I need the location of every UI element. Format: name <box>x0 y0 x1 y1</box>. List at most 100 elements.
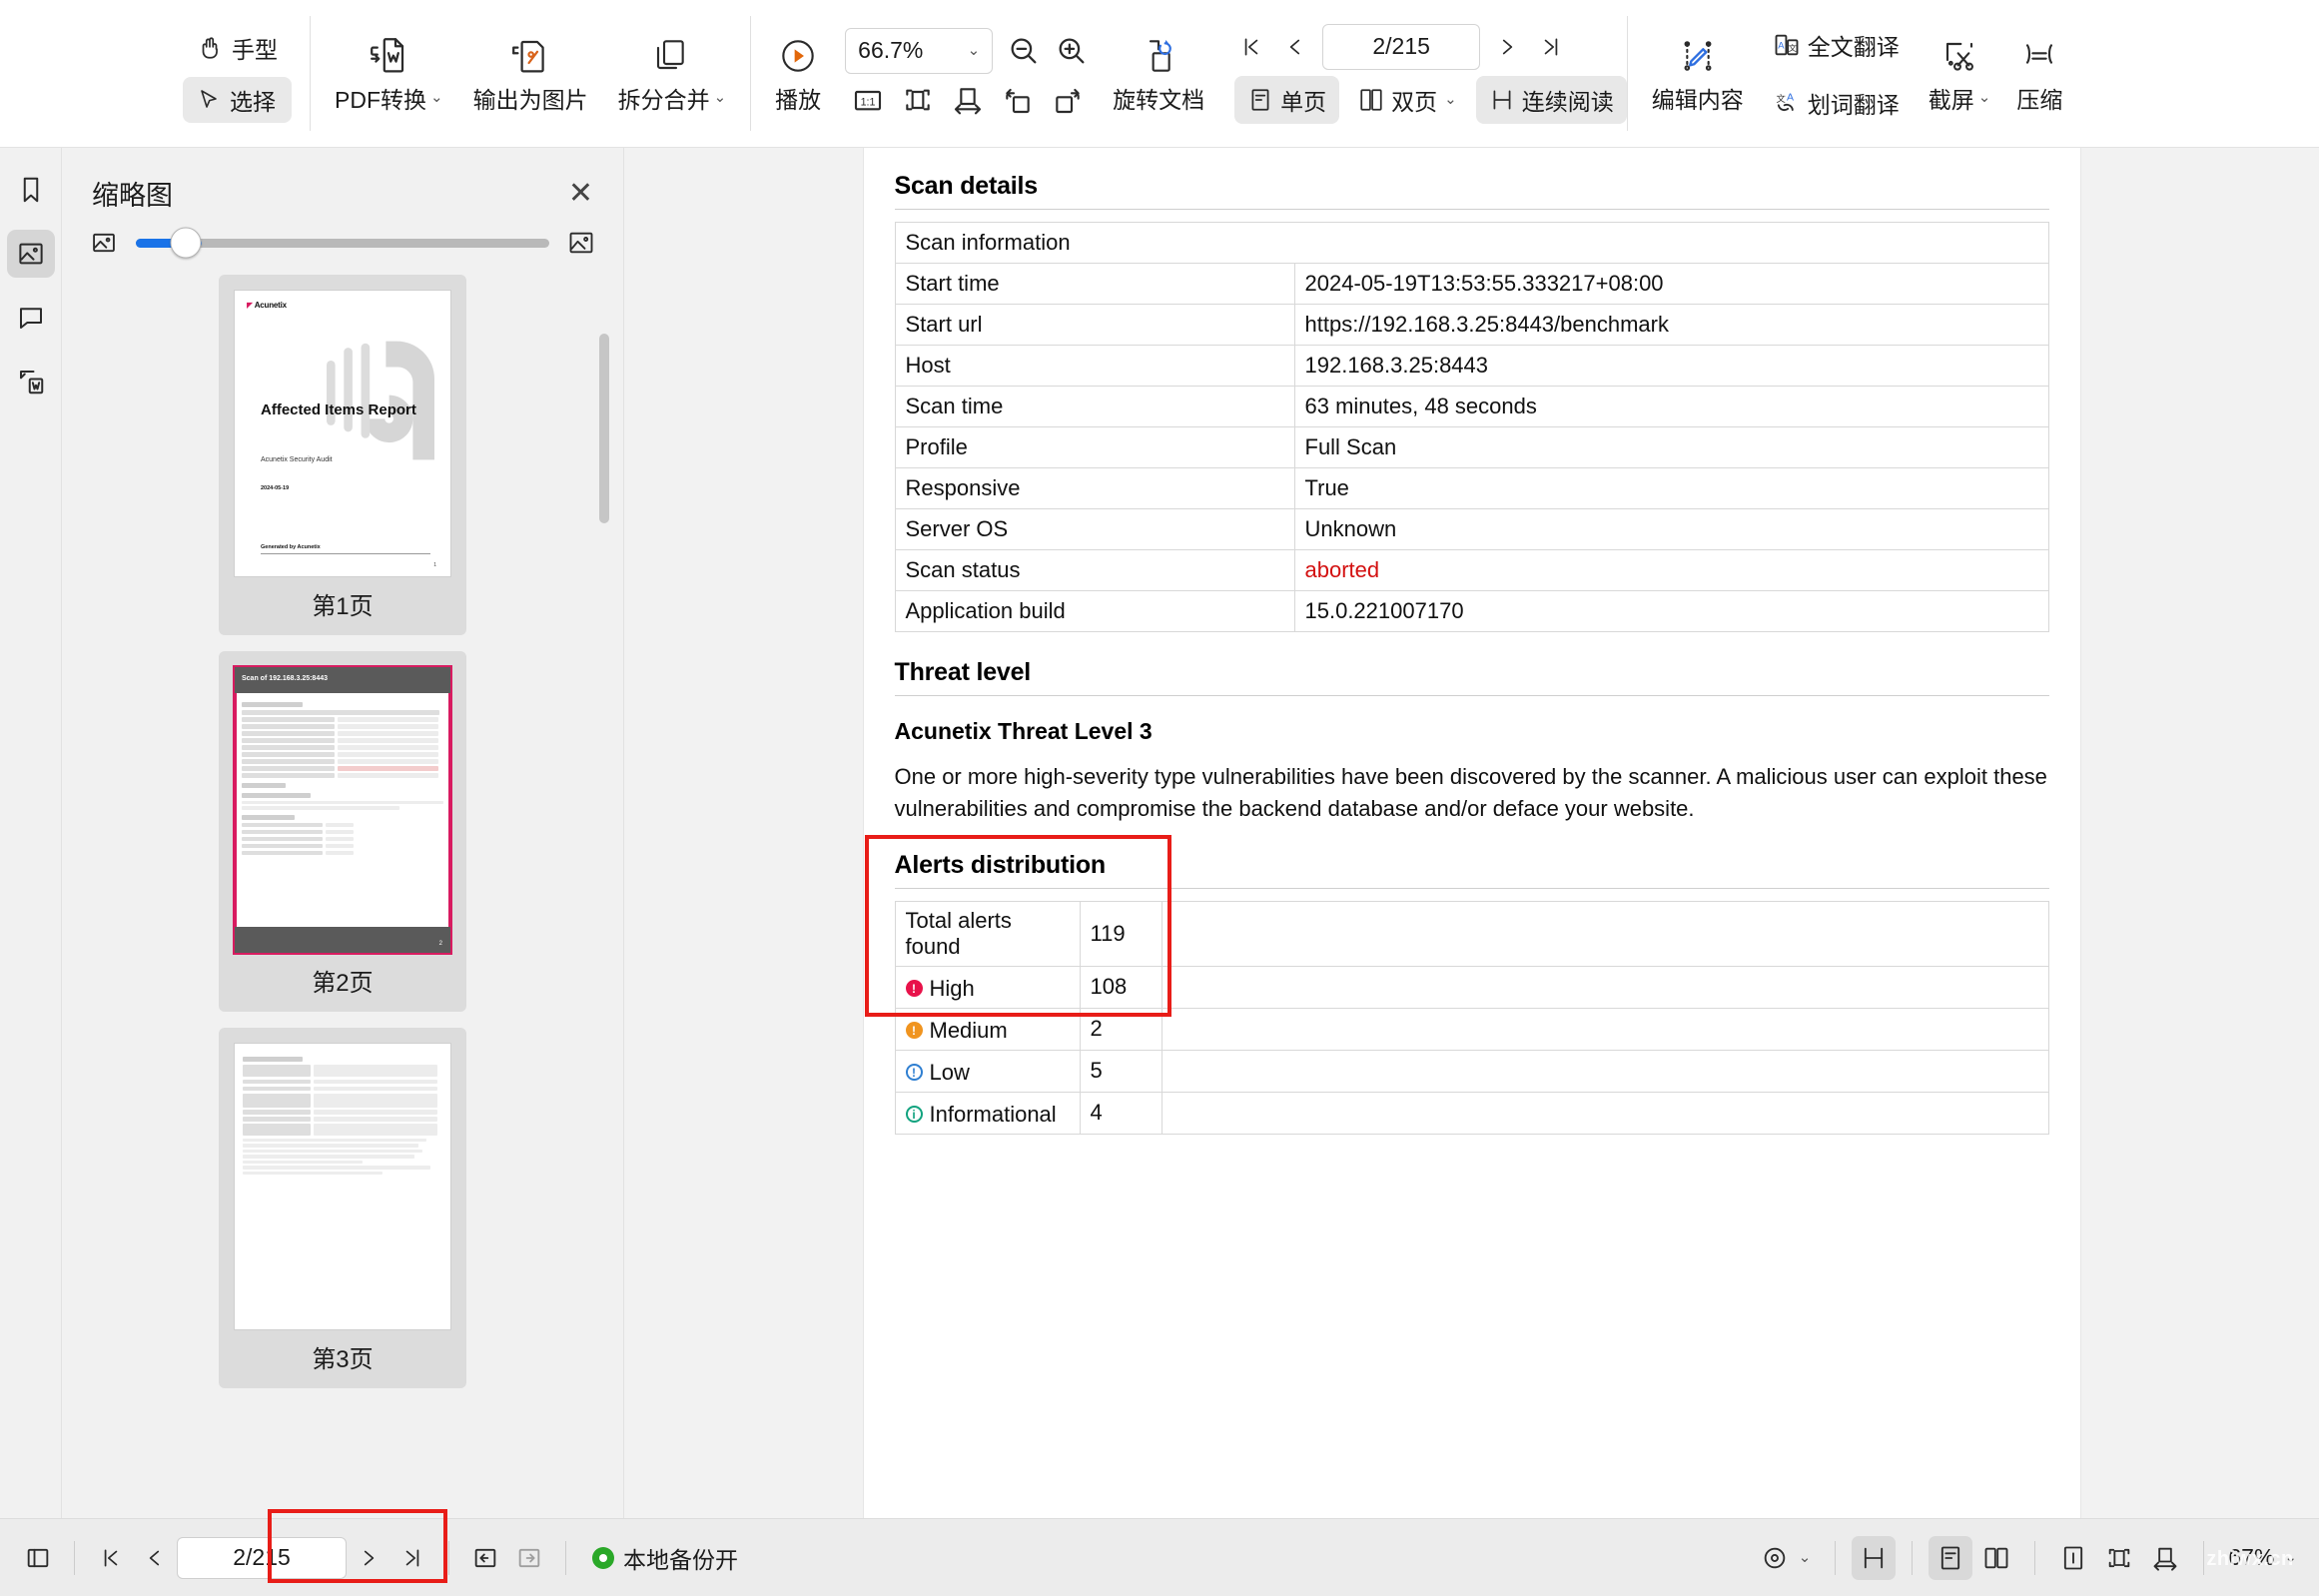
tools-right-group: 编辑内容 A文 全文翻译 文A 划词翻译 截屏 ⌄ 压缩 <box>1628 0 2077 147</box>
zoom-level-display[interactable]: 67% zhiwx.cn <box>2206 1544 2293 1571</box>
sidebar-item-convert-word[interactable] <box>7 358 55 405</box>
page-number-input[interactable]: 2/215 <box>177 1536 347 1579</box>
thumbnail-size-slider[interactable] <box>62 219 623 275</box>
navigate-forward-button[interactable] <box>507 1536 551 1580</box>
app-window: 手型 选择 PDF转换 ⌄ 输出为图片 拆分合并 ⌄ 播放 66.7% ⌄ 1:… <box>0 0 2319 1596</box>
single-page-button[interactable] <box>1929 1535 1973 1580</box>
chevron-down-icon: ⌄ <box>1444 91 1457 108</box>
continuous-read-button[interactable]: 连续阅读 <box>1475 75 1627 124</box>
thumbnail-page-2[interactable]: Scan of 192.168.3.25:8443 2 <box>233 665 452 955</box>
row-key: Start time <box>894 263 1295 305</box>
status-badge: aborted <box>1293 549 2049 591</box>
fit-controls-row: 1:1 <box>845 80 1089 120</box>
thumbnail-panel: 缩略图 ✕ ◤ Acunetix Affected Items Report A… <box>62 148 624 1518</box>
edit-content-label: 编辑内容 <box>1651 86 1744 113</box>
export-image-button[interactable]: 输出为图片 <box>463 29 598 119</box>
select-tool-button[interactable]: 选择 <box>183 76 292 123</box>
table-row: Total alerts found 119 <box>894 900 2049 967</box>
backup-status: 本地备份开 <box>592 1541 738 1575</box>
row-spacer <box>1160 1049 2049 1093</box>
sidebar-item-thumbnail[interactable] <box>6 230 55 278</box>
row-key: Application build <box>894 590 1295 632</box>
thumbnail-header-band: Scan of 192.168.3.25:8443 <box>235 667 450 693</box>
select-tool-label: 选择 <box>230 88 276 115</box>
hand-tool-button[interactable]: 手型 <box>183 25 292 71</box>
scan-details-heading: Scan details <box>894 172 1039 200</box>
close-icon[interactable]: ✕ <box>568 178 593 209</box>
list-item[interactable]: Scan of 192.168.3.25:8443 2 第2页 <box>219 651 466 1012</box>
thumbnail-list[interactable]: ◤ Acunetix Affected Items Report Acuneti… <box>62 275 623 1518</box>
list-item[interactable]: 第3页 <box>219 1028 466 1388</box>
document-view[interactable]: Scan details Scan information Start time… <box>624 148 2319 1518</box>
sidebar-item-bookmark[interactable] <box>7 166 55 214</box>
table-row: Scan information <box>894 222 2049 264</box>
fit-width-icon[interactable] <box>951 80 985 120</box>
thumbnail-body <box>237 693 448 927</box>
prev-page-button[interactable] <box>133 1536 177 1580</box>
word-translate-label: 划词翻译 <box>1807 91 1900 118</box>
row-value: True <box>1293 467 2049 509</box>
sidebar-item-comment[interactable] <box>7 294 55 342</box>
screenshot-button[interactable]: 截屏 ⌄ <box>1919 29 2001 119</box>
double-page-button[interactable]: 双页 ⌄ <box>1345 76 1470 124</box>
page-number-input[interactable]: 2/215 <box>1322 23 1481 70</box>
full-translate-icon: A文 <box>1773 31 1801 59</box>
word-translate-button[interactable]: 文A 划词翻译 <box>1760 79 1913 127</box>
actual-size-button[interactable] <box>2051 1536 2095 1580</box>
fit-page-button[interactable] <box>2097 1536 2141 1580</box>
threat-level-heading: Threat level <box>894 658 1032 686</box>
double-page-button[interactable] <box>1974 1536 2018 1580</box>
table-row: Responsive True <box>894 467 2049 509</box>
pdf-convert-button[interactable]: PDF转换 ⌄ <box>325 29 453 119</box>
actual-size-icon[interactable]: 1:1 <box>851 80 885 120</box>
fit-width-button[interactable] <box>2143 1536 2187 1580</box>
rotate-right-icon[interactable] <box>1051 80 1085 120</box>
play-button[interactable]: 播放 <box>765 29 831 119</box>
cursor-arrow-icon <box>197 88 221 112</box>
full-translate-button[interactable]: A文 全文翻译 <box>1760 21 1913 69</box>
image-size-large-icon <box>567 229 595 257</box>
zoom-in-button[interactable] <box>1055 31 1089 71</box>
thumbnail-scrollbar[interactable] <box>599 334 609 523</box>
fit-page-icon[interactable] <box>901 80 935 120</box>
next-page-button[interactable] <box>347 1536 390 1580</box>
split-merge-button[interactable]: 拆分合并 ⌄ <box>608 29 737 119</box>
thumbnail-page-3[interactable] <box>235 1044 450 1329</box>
single-page-button[interactable]: 单页 <box>1234 75 1340 124</box>
continuous-read-button[interactable] <box>1852 1535 1897 1580</box>
row-value: 108 <box>1079 965 1162 1009</box>
chevron-down-icon[interactable]: ⌄ <box>1799 1550 1812 1565</box>
row-key: ! Medium <box>894 1007 1081 1051</box>
rotate-document-button[interactable]: 旋转文档 <box>1103 29 1214 119</box>
next-page-button[interactable] <box>1490 27 1524 67</box>
navigate-back-button[interactable] <box>463 1536 507 1580</box>
rotate-left-icon[interactable] <box>1001 80 1035 120</box>
prev-page-button[interactable] <box>1278 27 1312 67</box>
zoom-level-select[interactable]: 66.7% ⌄ <box>845 27 994 74</box>
acunetix-watermark-icon <box>327 341 434 460</box>
zoom-out-button[interactable] <box>1007 31 1041 71</box>
compress-button[interactable]: 压缩 <box>2006 29 2062 119</box>
row-value: 5 <box>1079 1049 1162 1093</box>
list-item[interactable]: ◤ Acunetix Affected Items Report Acuneti… <box>219 275 466 635</box>
slider-track[interactable] <box>136 227 549 259</box>
view-options-button[interactable] <box>1753 1536 1797 1580</box>
divider <box>894 887 2049 889</box>
last-page-button[interactable] <box>390 1536 434 1580</box>
edit-content-button[interactable]: 编辑内容 <box>1642 29 1754 119</box>
last-page-button[interactable] <box>1534 27 1568 67</box>
first-page-button[interactable] <box>1234 27 1268 67</box>
slider-handle[interactable] <box>170 227 202 259</box>
first-page-button[interactable] <box>89 1536 133 1580</box>
divider <box>1835 1540 1837 1575</box>
toggle-sidebar-button[interactable] <box>16 1536 60 1580</box>
page-edge <box>862 148 864 1518</box>
thumbnail-date: 2024-05-19 <box>261 485 290 491</box>
svg-text:文: 文 <box>1776 92 1785 103</box>
scissors-icon <box>1939 33 1979 79</box>
page-number-value: 2/215 <box>233 1544 291 1570</box>
thumbnail-page-1[interactable]: ◤ Acunetix Affected Items Report Acuneti… <box>235 291 450 576</box>
row-value: 2024-05-19T13:53:55.333217+08:00 <box>1293 263 2049 305</box>
thumbnail-label: 第1页 <box>312 593 374 620</box>
threat-level-title: Acunetix Threat Level 3 <box>894 718 1153 744</box>
